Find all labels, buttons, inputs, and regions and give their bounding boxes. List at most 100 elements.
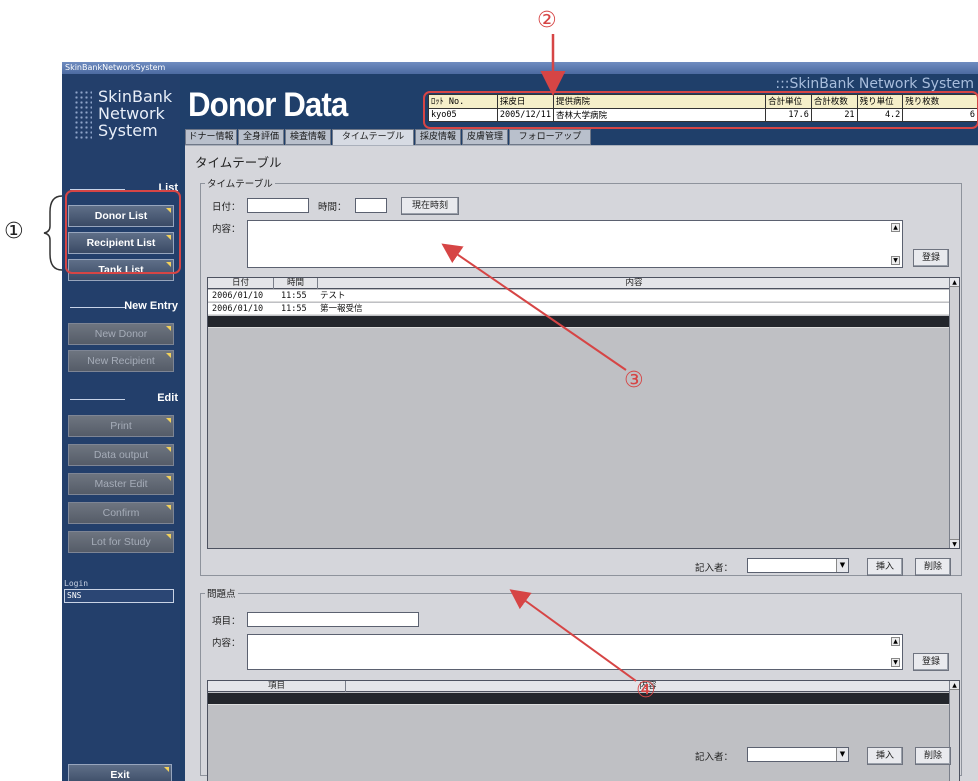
callout-4: ④ bbox=[636, 678, 656, 703]
lot-header-cell: ﾛｯﾄ No. bbox=[428, 94, 498, 109]
table-row-selected[interactable] bbox=[208, 316, 959, 328]
issue-register-button[interactable]: 登録 bbox=[913, 653, 949, 671]
date-label: 日付： bbox=[212, 202, 241, 213]
timetable-scrollbar[interactable]: ▲ ▼ bbox=[949, 278, 959, 548]
issues-list-header: 項目 内容 bbox=[208, 681, 959, 692]
table-row-selected[interactable] bbox=[208, 693, 959, 705]
chevron-down-icon[interactable]: ▼ bbox=[836, 748, 848, 761]
logo-dots bbox=[74, 90, 92, 140]
callout-1: ① bbox=[4, 219, 24, 244]
table-row[interactable]: 2006/01/10 11:55 第一報受信 bbox=[208, 303, 959, 315]
issue-content-textarea[interactable]: ▲ ▼ bbox=[247, 634, 903, 670]
column-header-date: 日付 bbox=[208, 278, 274, 289]
print-button[interactable]: Print bbox=[68, 415, 174, 437]
column-header-item: 項目 bbox=[208, 681, 346, 692]
issue-content-label: 内容： bbox=[212, 638, 241, 649]
issue-insert-button[interactable]: 挿入 bbox=[867, 747, 903, 765]
tab-skin-management[interactable]: 皮膚管理 bbox=[462, 129, 508, 145]
scroll-up-icon[interactable]: ▲ bbox=[950, 681, 959, 690]
lot-value-cell: 4.2 bbox=[856, 107, 904, 122]
lot-header-cell: 合計枚数 bbox=[810, 94, 858, 109]
main-panel: タイムテーブル タイムテーブル 日付： 時間： 現在時刻 内容： ▲ ▼ 登録 … bbox=[185, 145, 978, 781]
lot-header-cell: 残り枚数 bbox=[902, 94, 978, 109]
lot-header-cell: 合計単位 bbox=[765, 94, 812, 109]
scroll-down-icon[interactable]: ▼ bbox=[891, 658, 900, 667]
edit-section-header: Edit bbox=[70, 392, 178, 406]
time-input[interactable] bbox=[355, 198, 387, 213]
lot-value-cell: kyo05 bbox=[428, 107, 498, 122]
issue-writer-select[interactable]: ▼ bbox=[747, 747, 849, 762]
section-title: タイムテーブル bbox=[195, 155, 282, 170]
issues-legend: 問題点 bbox=[207, 589, 236, 600]
new-donor-button[interactable]: New Donor bbox=[68, 323, 174, 345]
logo-line-3: System bbox=[98, 121, 158, 140]
tank-list-button[interactable]: Tank List bbox=[68, 259, 174, 281]
donor-list-button[interactable]: Donor List bbox=[68, 205, 174, 227]
timetable-list[interactable]: 日付 時間 内容 2006/01/10 11:55 テスト 2006/01/10… bbox=[207, 277, 960, 549]
column-header-content: 内容 bbox=[318, 278, 951, 289]
lot-header-cell: 提供病院 bbox=[553, 94, 767, 109]
delete-button[interactable]: 削除 bbox=[915, 558, 951, 576]
time-label: 時間： bbox=[318, 202, 347, 213]
data-output-button[interactable]: Data output bbox=[68, 444, 174, 466]
sidebar: SkinBank Network System List Donor List … bbox=[62, 74, 180, 781]
lot-value-cell: 2005/12/11 bbox=[496, 107, 555, 122]
app-window: SkinBankNetworkSystem SkinBank Network S… bbox=[62, 62, 978, 781]
row-time: 11:55 bbox=[281, 291, 307, 301]
register-button[interactable]: 登録 bbox=[913, 249, 949, 267]
scroll-up-icon[interactable]: ▲ bbox=[891, 637, 900, 646]
logo-line-2: Network bbox=[98, 104, 165, 123]
recipient-list-button[interactable]: Recipient List bbox=[68, 232, 174, 254]
lot-for-study-button[interactable]: Lot for Study bbox=[68, 531, 174, 553]
page-title: Donor Data bbox=[188, 86, 348, 124]
login-field[interactable]: SNS bbox=[64, 589, 174, 603]
row-date: 2006/01/10 bbox=[212, 304, 264, 314]
new-entry-section-header: New Entry bbox=[70, 300, 178, 314]
callout-3: ③ bbox=[624, 368, 644, 393]
scroll-down-icon[interactable]: ▼ bbox=[891, 256, 900, 265]
row-content: テスト bbox=[320, 291, 346, 301]
master-edit-button[interactable]: Master Edit bbox=[68, 473, 174, 495]
lot-value-cell: 17.6 bbox=[765, 107, 812, 122]
lot-value-cell: 6 bbox=[902, 107, 978, 122]
lot-info-table: ﾛｯﾄ No. 採皮日 提供病院 合計単位 合計枚数 残り単位 残り枚数 kyo… bbox=[428, 94, 978, 122]
tab-timetable[interactable]: タイムテーブル bbox=[332, 129, 414, 146]
confirm-button[interactable]: Confirm bbox=[68, 502, 174, 524]
logo: SkinBank Network System bbox=[74, 88, 178, 148]
item-label: 項目： bbox=[212, 616, 241, 627]
scroll-up-icon[interactable]: ▲ bbox=[891, 223, 900, 232]
timetable-legend: タイムテーブル bbox=[207, 179, 273, 190]
content-label: 内容： bbox=[212, 224, 241, 235]
content-textarea[interactable]: ▲ ▼ bbox=[247, 220, 903, 268]
table-row[interactable]: 2006/01/10 11:55 テスト bbox=[208, 290, 959, 302]
issue-writer-label: 記入者： bbox=[695, 752, 734, 763]
date-input[interactable] bbox=[247, 198, 309, 213]
issues-list[interactable]: 項目 内容 ▲ bbox=[207, 680, 960, 781]
item-input[interactable] bbox=[247, 612, 419, 627]
chevron-down-icon[interactable]: ▼ bbox=[836, 559, 848, 572]
logo-line-1: SkinBank bbox=[98, 87, 173, 106]
tab-general-eval[interactable]: 全身評価 bbox=[238, 129, 284, 145]
writer-select[interactable]: ▼ bbox=[747, 558, 849, 573]
tab-donor-info[interactable]: ドナー情報 bbox=[185, 129, 237, 145]
insert-button[interactable]: 挿入 bbox=[867, 558, 903, 576]
window-title: SkinBankNetworkSystem bbox=[62, 62, 978, 74]
scroll-up-icon[interactable]: ▲ bbox=[950, 278, 959, 287]
brand-right: :::SkinBank Network System bbox=[775, 76, 974, 92]
new-recipient-button[interactable]: New Recipient bbox=[68, 350, 174, 372]
issues-scrollbar[interactable]: ▲ bbox=[949, 681, 959, 781]
issue-delete-button[interactable]: 削除 bbox=[915, 747, 951, 765]
now-time-button[interactable]: 現在時刻 bbox=[401, 197, 459, 215]
row-time: 11:55 bbox=[281, 304, 307, 314]
scroll-down-icon[interactable]: ▼ bbox=[950, 539, 959, 548]
brace bbox=[43, 195, 63, 271]
tab-follow-up[interactable]: フォローアップ bbox=[509, 129, 591, 145]
row-content: 第一報受信 bbox=[320, 304, 363, 314]
tab-harvest-info[interactable]: 採皮情報 bbox=[415, 129, 461, 145]
row-date: 2006/01/10 bbox=[212, 291, 264, 301]
lot-value-cell: 杏林大学病院 bbox=[553, 107, 767, 122]
lot-header-cell: 残り単位 bbox=[856, 94, 904, 109]
timetable-list-header: 日付 時間 内容 bbox=[208, 278, 959, 289]
tab-test-info[interactable]: 検査情報 bbox=[285, 129, 331, 145]
exit-button[interactable]: Exit bbox=[68, 764, 172, 781]
